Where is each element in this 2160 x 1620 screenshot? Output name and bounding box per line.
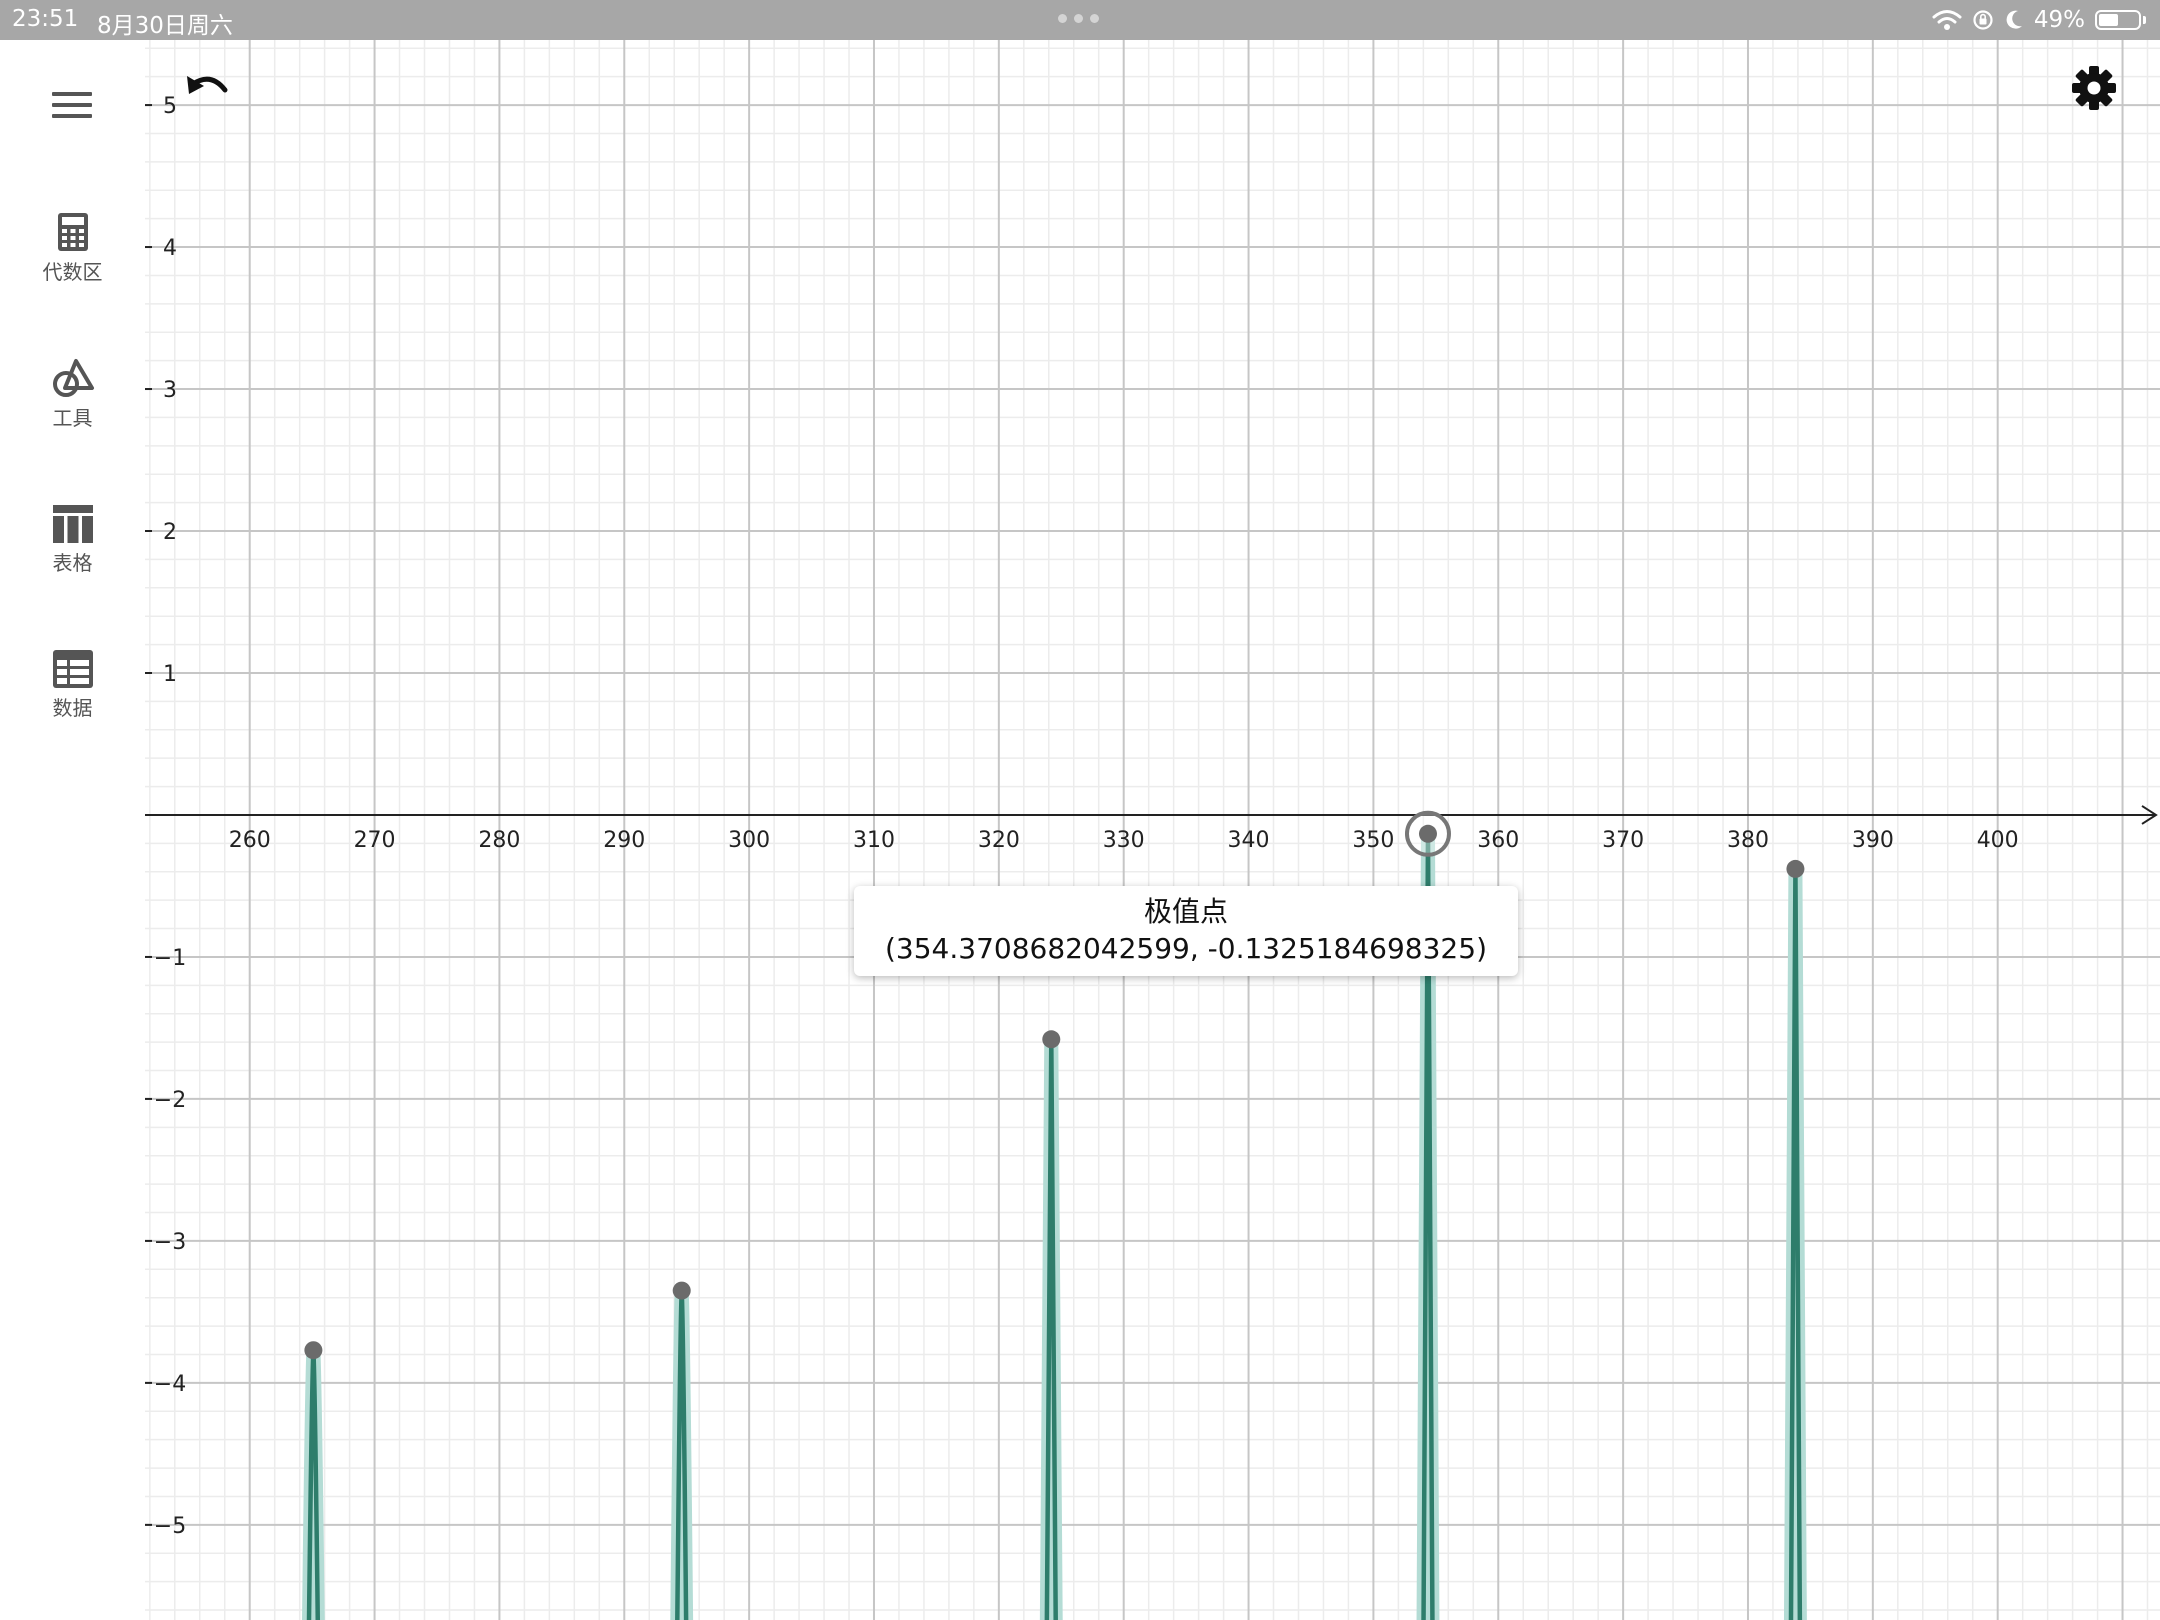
y-tick-label: −2	[154, 1088, 186, 1113]
sidebar-item-label: 代数区	[42, 260, 103, 284]
calculator-icon	[57, 213, 88, 251]
menu-icon-bar	[52, 103, 92, 107]
x-tick-label: 330	[1103, 828, 1145, 853]
left-sidebar: 代数区 工具 表格 数据	[0, 40, 145, 1620]
x-tick-label: 390	[1852, 828, 1894, 853]
battery-percent: 49%	[2033, 7, 2085, 33]
spreadsheet-icon	[52, 650, 93, 688]
x-tick-label: 380	[1727, 828, 1769, 853]
x-tick-label: 280	[478, 828, 520, 853]
gear-icon	[2072, 66, 2116, 110]
sidebar-item-data[interactable]: 数据	[0, 650, 145, 721]
multitask-dots[interactable]	[1058, 14, 1099, 23]
x-tick-label: 360	[1477, 828, 1519, 853]
sidebar-item-algebra[interactable]: 代数区	[0, 212, 145, 285]
y-tick-label: −3	[154, 1230, 186, 1255]
x-tick-label: 290	[603, 828, 645, 853]
sidebar-item-table[interactable]: 表格	[0, 505, 145, 576]
extremum-point[interactable]	[1786, 859, 1805, 878]
y-tick-label: −1	[154, 946, 186, 971]
extremum-point[interactable]	[1042, 1030, 1061, 1049]
tooltip-coordinates: (354.3708682042599, -0.1325184698325)	[885, 932, 1487, 965]
axes	[0, 104, 2158, 1526]
y-tick-label: −5	[154, 1514, 186, 1539]
x-tick-label: 270	[354, 828, 396, 853]
extremum-point[interactable]	[304, 1341, 323, 1360]
undo-button[interactable]	[183, 70, 233, 110]
y-tick-label: 3	[163, 378, 177, 403]
shapes-icon	[52, 359, 94, 397]
x-tick-label: 340	[1228, 828, 1270, 853]
x-tick-label: 370	[1602, 828, 1644, 853]
wifi-icon	[1932, 10, 1962, 30]
grid-minor	[0, 0, 2160, 1620]
y-tick-label: 5	[163, 94, 177, 119]
x-tick-label: 350	[1352, 828, 1394, 853]
sidebar-item-tools[interactable]: 工具	[0, 358, 145, 431]
x-tick-labels: 2402502602702802903003103203303403503603…	[0, 828, 2019, 853]
menu-icon-bar	[52, 114, 92, 118]
y-tick-label: −4	[154, 1372, 186, 1397]
y-tick-labels: 5 4 3 2 1 −1 −2 −3 −4 −5	[154, 94, 186, 1539]
y-tick-label: 4	[163, 236, 177, 261]
status-time: 23:51	[12, 6, 79, 32]
status-date: 8月30日周六	[97, 13, 233, 39]
extremum-point[interactable]	[672, 1281, 691, 1300]
status-bar: 23:51 8月30日周六 49%	[0, 0, 2160, 40]
tooltip-title: 极值点	[1143, 895, 1228, 928]
sidebar-item-label: 工具	[52, 406, 93, 430]
sidebar-item-label: 数据	[52, 696, 93, 720]
extremum-point[interactable]	[1418, 824, 1437, 843]
x-tick-label: 400	[1977, 828, 2019, 853]
settings-button[interactable]	[2070, 64, 2118, 112]
menu-button[interactable]	[52, 92, 92, 124]
battery-icon	[2095, 10, 2141, 30]
undo-icon	[187, 76, 228, 94]
graph-canvas[interactable]: 2402502602702802903003103203303403503603…	[0, 0, 2160, 1620]
extremum-tooltip: 极值点 (354.3708682042599, -0.1325184698325…	[854, 886, 1518, 976]
rotation-lock-icon	[1973, 10, 1993, 30]
moon-icon	[2006, 10, 2022, 29]
status-indicators: 49%	[1932, 4, 2146, 36]
table-icon	[52, 505, 93, 543]
x-tick-label: 320	[978, 828, 1020, 853]
x-tick-label: 260	[229, 828, 271, 853]
y-tick-label: 2	[163, 520, 177, 545]
x-tick-label: 310	[853, 828, 895, 853]
x-tick-label: 300	[728, 828, 770, 853]
menu-icon-bar	[52, 92, 92, 96]
sidebar-item-label: 表格	[52, 551, 93, 575]
battery-cap	[2143, 16, 2146, 24]
y-tick-label: 1	[163, 662, 177, 687]
